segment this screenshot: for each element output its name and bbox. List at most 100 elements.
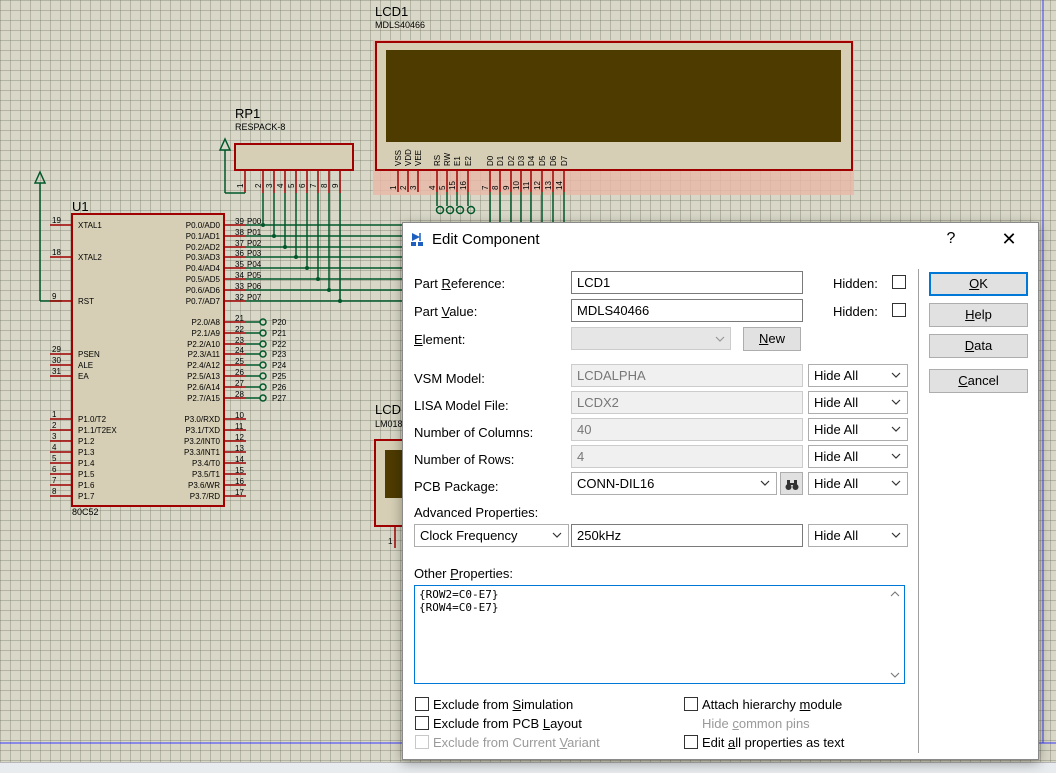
num-rows-visibility-select[interactable]: Hide All xyxy=(808,445,908,468)
rp1-pin-num: 6 xyxy=(298,183,307,188)
lcd1-pin-num: 13 xyxy=(544,181,553,190)
hide-common-pins-label: Hide common pins xyxy=(702,716,810,731)
u1-pin-num: 4 xyxy=(52,443,57,452)
num-rows-input[interactable]: 4 xyxy=(571,445,803,468)
lcd1-value: MDLS40466 xyxy=(375,20,425,30)
num-columns-input[interactable]: 40 xyxy=(571,418,803,441)
scroll-up-icon[interactable] xyxy=(890,590,900,598)
lcd1-pin-num: 3 xyxy=(409,185,418,190)
data-button[interactable]: Data xyxy=(929,334,1028,358)
net-label: P25 xyxy=(272,372,287,381)
rp1-pin-num: 4 xyxy=(276,183,285,188)
u1-pin-num: 19 xyxy=(52,216,61,225)
u1-pin-num: 27 xyxy=(235,379,244,388)
rp1-pin-num: 2 xyxy=(254,183,263,188)
u1-pin-num: 26 xyxy=(235,368,244,377)
advanced-visibility-select[interactable]: Hide All xyxy=(808,524,908,547)
u1-pin-name: P1.1/T2EX xyxy=(78,426,117,435)
dialog-titlebar[interactable]: Edit Component ? ✕ xyxy=(403,223,1038,256)
u1-pin-num: 21 xyxy=(235,314,244,323)
help-button[interactable]: Help xyxy=(929,303,1028,327)
other-properties-textarea[interactable]: {ROW2=C0-E7} {ROW4=C0-E7} xyxy=(414,585,905,684)
exclude-pcb-checkbox[interactable] xyxy=(415,716,429,730)
lcd1-pin-name: D7 xyxy=(560,155,569,166)
pcb-package-visibility-select[interactable]: Hide All xyxy=(808,472,908,495)
browse-package-button[interactable] xyxy=(780,472,803,495)
edit-all-properties-checkbox[interactable] xyxy=(684,735,698,749)
part-reference-hidden-checkbox[interactable] xyxy=(892,275,906,289)
dialog-separator xyxy=(918,269,919,753)
u1-pin-name: P2.0/A8 xyxy=(192,318,221,327)
net-terminal xyxy=(259,340,267,348)
exclude-simulation-checkbox[interactable] xyxy=(415,697,429,711)
cancel-button[interactable]: Cancel xyxy=(929,369,1028,393)
lcd1-pin-num: 12 xyxy=(533,181,542,190)
lcd1-component[interactable]: LCD1 MDLS40466 VSS 1 VDD 2 VEE 3 RS 4 RW 5 E1 15 E2 1… xyxy=(373,4,854,215)
net-terminal xyxy=(259,318,267,326)
attach-hierarchy-checkbox[interactable] xyxy=(684,697,698,711)
lisa-model-input[interactable]: LCDX2 xyxy=(571,391,803,414)
lisa-model-visibility-select[interactable]: Hide All xyxy=(808,391,908,414)
part-value-hidden-checkbox[interactable] xyxy=(892,303,906,317)
part-reference-input[interactable]: LCD1 xyxy=(571,271,803,294)
new-element-button[interactable]: New xyxy=(743,327,801,351)
edit-component-dialog[interactable]: Edit Component ? ✕ Part Reference: LCD1 … xyxy=(402,222,1039,760)
lcd1-pin-num: 7 xyxy=(481,185,490,190)
element-select[interactable] xyxy=(571,327,731,350)
chevron-down-icon xyxy=(715,336,725,342)
advanced-property-select[interactable]: Clock Frequency xyxy=(414,524,569,547)
u1-pin-name: RST xyxy=(78,297,94,306)
u1-pin-num: 7 xyxy=(52,476,57,485)
lcd1-pin-name: VSS xyxy=(394,150,403,166)
hide-common-pins-checkbox[interactable] xyxy=(684,716,698,730)
rp1-component[interactable]: RP1 RESPACK-8 1 23456789 xyxy=(234,106,354,193)
status-strip xyxy=(0,762,1056,773)
lcd1-pin-name: RW xyxy=(443,152,452,166)
chevron-down-icon xyxy=(891,399,901,405)
vsm-model-visibility-select[interactable]: Hide All xyxy=(808,364,908,387)
lcd1-pin-name: D1 xyxy=(496,155,505,166)
lcd1-pin-name: D4 xyxy=(527,155,536,166)
net-terminal xyxy=(259,394,267,402)
net-label: P24 xyxy=(272,361,287,370)
u1-pin-name: XTAL2 xyxy=(78,253,102,262)
u1-pin-num: 36 xyxy=(235,249,244,258)
u1-pin-name: P0.1/AD1 xyxy=(186,232,221,241)
rp1-ref: RP1 xyxy=(235,106,260,121)
scroll-down-icon[interactable] xyxy=(890,671,900,679)
u1-pin-name: P2.5/A13 xyxy=(187,372,220,381)
u1-pin-num: 30 xyxy=(52,356,61,365)
u1-pin-num: 18 xyxy=(52,248,61,257)
num-columns-visibility-select[interactable]: Hide All xyxy=(808,418,908,441)
part-value-input[interactable]: MDLS40466 xyxy=(571,299,803,322)
u1-pin-num: 34 xyxy=(235,271,244,280)
lcd1-pin-num: 8 xyxy=(491,185,500,190)
lcd2-component[interactable]: LCD LM018 1 xyxy=(374,402,406,548)
u1-pin-name: PSEN xyxy=(78,350,100,359)
pcb-package-select[interactable]: CONN-DIL16 xyxy=(571,472,777,495)
ok-button[interactable]: OK xyxy=(929,272,1028,296)
help-icon[interactable]: ? xyxy=(939,230,963,248)
u1-pin-num: 28 xyxy=(235,390,244,399)
vsm-model-input[interactable]: LCDALPHA xyxy=(571,364,803,387)
chevron-down-icon xyxy=(552,532,562,538)
component-icon xyxy=(411,233,423,246)
u1-pin-num: 5 xyxy=(52,454,57,463)
u1-pin-num: 3 xyxy=(52,432,57,441)
u1-pin-num: 2 xyxy=(52,421,57,430)
advanced-property-value-input[interactable]: 250kHz xyxy=(571,524,803,547)
rp1-pin-num: 1 xyxy=(236,183,245,188)
net-terminal xyxy=(259,361,267,369)
lcd1-pin-num: 14 xyxy=(555,181,564,190)
textarea-scrollbar[interactable] xyxy=(887,586,904,683)
close-icon[interactable]: ✕ xyxy=(997,229,1021,250)
lcd1-ctrl-terminal xyxy=(435,205,445,215)
chevron-down-icon xyxy=(891,532,901,538)
rp1-pin-num: 5 xyxy=(287,183,296,188)
exclude-variant-label: Exclude from Current Variant xyxy=(433,735,600,750)
power-terminal-u1[interactable] xyxy=(33,170,62,302)
exclude-variant-checkbox[interactable] xyxy=(415,735,429,749)
net-label: P21 xyxy=(272,329,287,338)
u1-pin-name: P0.5/AD5 xyxy=(186,275,221,284)
lcd1-pin-name: VDD xyxy=(404,149,413,166)
